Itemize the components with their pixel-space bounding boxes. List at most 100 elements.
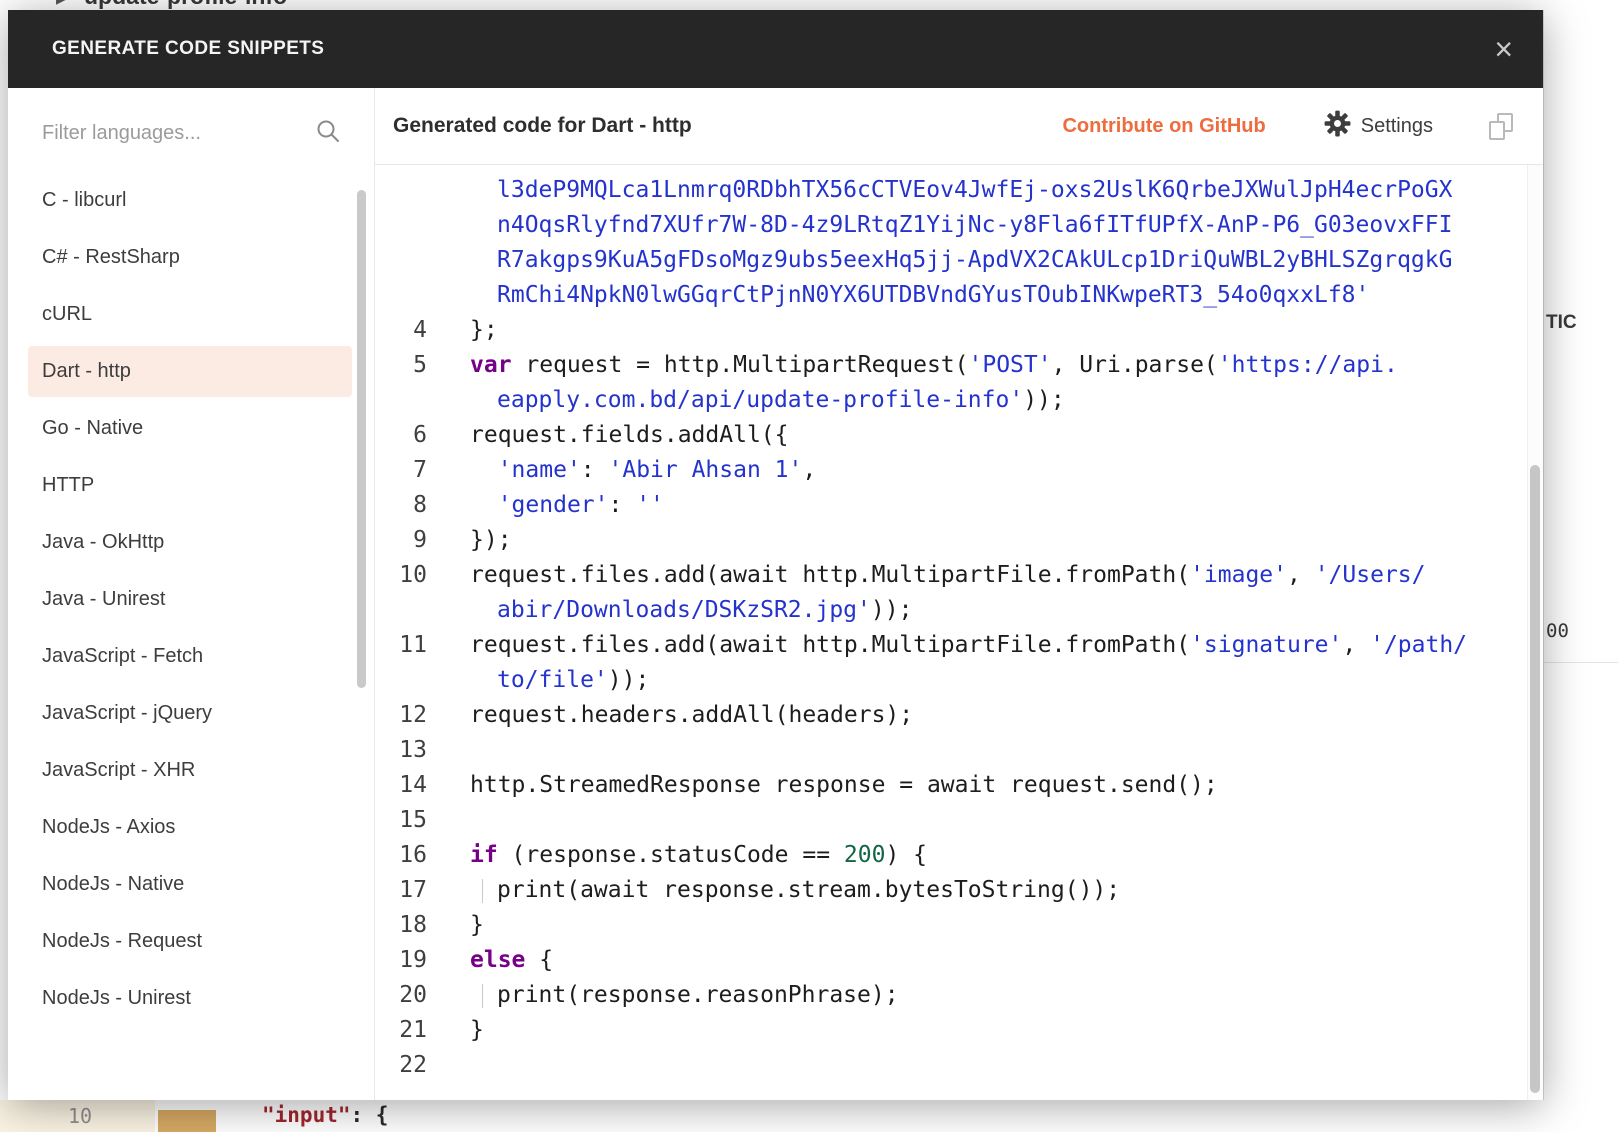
divider bbox=[1544, 662, 1618, 663]
language-item[interactable]: cURL bbox=[28, 289, 352, 340]
settings-label: Settings bbox=[1360, 114, 1433, 137]
code-token-string: '/path/ bbox=[1370, 632, 1468, 658]
code-token-plain: )); bbox=[1023, 387, 1065, 413]
code-token-string: l3deP9MQLca1Lnmrq0RDbhTX56cCTVEov4JwfEj-… bbox=[497, 177, 1453, 203]
code-line: 11 request.files.add(await http.Multipart… bbox=[375, 628, 1543, 663]
code-token-string: '/Users/ bbox=[1314, 562, 1426, 588]
code-line: 17 print(await response.stream.bytesToStr… bbox=[375, 873, 1543, 908]
code-text: request.fields.addAll({ bbox=[427, 418, 789, 453]
code-scrollbar-thumb[interactable] bbox=[1530, 465, 1540, 1093]
sidebar-scrollbar[interactable] bbox=[357, 190, 366, 688]
code-token-plain: request.headers.addAll(headers); bbox=[470, 702, 914, 728]
code-text: abir/Downloads/DSKzSR2.jpg')); bbox=[427, 593, 912, 628]
code-token-plain: , bbox=[802, 457, 817, 483]
code-text: } bbox=[427, 908, 484, 943]
code-text: l3deP9MQLca1Lnmrq0RDbhTX56cCTVEov4JwfEj-… bbox=[427, 173, 1452, 208]
code-line: 6 request.fields.addAll({ bbox=[375, 418, 1543, 453]
code-token-plain: print(response.reasonPhrase); bbox=[497, 982, 899, 1008]
language-item[interactable]: HTTP bbox=[28, 460, 352, 511]
code-token-plain: } bbox=[470, 912, 484, 938]
code-token-guide bbox=[482, 878, 497, 903]
language-item[interactable]: NodeJs - Native bbox=[28, 859, 352, 910]
code-line: 5 var request = http.MultipartRequest('PO… bbox=[375, 348, 1543, 383]
gear-icon bbox=[1324, 110, 1351, 143]
language-item[interactable]: JavaScript - Fetch bbox=[28, 631, 352, 682]
json-key: "input" bbox=[262, 1103, 351, 1127]
line-number bbox=[375, 278, 427, 313]
language-item[interactable]: Go - Native bbox=[28, 403, 352, 454]
language-item[interactable]: Java - OkHttp bbox=[28, 517, 352, 568]
language-item[interactable]: JavaScript - XHR bbox=[28, 745, 352, 796]
line-number: 21 bbox=[399, 1017, 427, 1043]
code-token-plain: { bbox=[525, 947, 554, 973]
language-item[interactable]: NodeJs - Request bbox=[28, 916, 352, 967]
filter-languages-input[interactable] bbox=[42, 122, 307, 145]
copy-icon-front bbox=[1489, 120, 1505, 140]
modal-body: C - libcurl C# - RestSharp cURL Dart - http… bbox=[8, 88, 1543, 1100]
language-item[interactable]: C# - RestSharp bbox=[28, 232, 352, 283]
filter-row bbox=[8, 88, 374, 169]
code-token-string: eapply.com.bd/api/update-profile-info' bbox=[497, 387, 1024, 413]
language-item[interactable]: NodeJs - Unirest bbox=[28, 973, 352, 1024]
code-token-plain: print(await response.stream.bytesToStrin… bbox=[497, 877, 1121, 903]
line-number: 8 bbox=[413, 492, 427, 518]
code-line: 9}); bbox=[375, 523, 1543, 558]
generated-code-pane: Generated code for Dart - http Contribut… bbox=[375, 88, 1543, 1100]
language-item[interactable]: Java - Unirest bbox=[28, 574, 352, 625]
code-line: 15 bbox=[375, 803, 1543, 838]
code-token-plain: , bbox=[1287, 562, 1315, 588]
contribute-on-github-link[interactable]: Contribute on GitHub bbox=[1062, 115, 1265, 138]
code-line: 16 if (response.statusCode == 200) { bbox=[375, 838, 1543, 873]
background-highlight-block bbox=[158, 1110, 216, 1132]
language-item[interactable]: C - libcurl bbox=[28, 175, 352, 226]
background-line-number: 10 bbox=[68, 1104, 93, 1128]
code-line: eapply.com.bd/api/update-profile-info'))… bbox=[375, 383, 1543, 418]
language-item[interactable]: Dart - http bbox=[28, 346, 352, 397]
code-pane-header: Generated code for Dart - http Contribut… bbox=[375, 88, 1543, 165]
line-number: 6 bbox=[413, 422, 427, 448]
language-item[interactable]: NodeJs - Axios bbox=[28, 802, 352, 853]
copy-icon[interactable] bbox=[1489, 112, 1513, 140]
line-number: 19 bbox=[399, 947, 427, 973]
code-line: n4OqsRlyfnd7XUfr7W-8D-4z9LRtqZ1YijNc-y8F… bbox=[375, 208, 1543, 243]
code-token-plain: : bbox=[608, 492, 637, 518]
code-editor[interactable]: l3deP9MQLca1Lnmrq0RDbhTX56cCTVEov4JwfEj-… bbox=[375, 165, 1543, 1100]
code-token-plain: request = http.MultipartRequest( bbox=[511, 352, 969, 378]
code-line: 8 'gender': '' bbox=[375, 488, 1543, 523]
code-token-plain: request.files.add(await http.MultipartFi… bbox=[470, 632, 1191, 658]
settings-button[interactable]: Settings bbox=[1324, 110, 1433, 143]
line-number: 12 bbox=[399, 702, 427, 728]
line-number bbox=[375, 243, 427, 278]
code-token-string: to/file' bbox=[497, 667, 608, 693]
code-line: 22 bbox=[375, 1048, 1543, 1083]
line-number: 5 bbox=[413, 352, 427, 378]
code-text: }; bbox=[427, 313, 498, 348]
code-line: 19 else { bbox=[375, 943, 1543, 978]
search-icon bbox=[315, 118, 341, 149]
code-scrollbar-track bbox=[1527, 165, 1543, 1100]
code-text: }); bbox=[427, 523, 512, 558]
code-text: request.headers.addAll(headers); bbox=[427, 698, 913, 733]
code-text: print(response.reasonPhrase); bbox=[427, 978, 899, 1013]
code-token-plain: request.fields.addAll({ bbox=[470, 422, 789, 448]
code-text: print(await response.stream.bytesToStrin… bbox=[427, 873, 1120, 908]
code-line: 7 'name': 'Abir Ahsan 1', bbox=[375, 453, 1543, 488]
background-code-fragment: "input": { bbox=[262, 1103, 388, 1127]
code-token-plain: ) { bbox=[885, 842, 927, 868]
line-number: 4 bbox=[413, 317, 427, 343]
generated-code-title: Generated code for Dart - http bbox=[393, 114, 692, 137]
code-token-string: 'signature' bbox=[1190, 632, 1343, 658]
code-text: } bbox=[427, 1013, 484, 1048]
code-text: if (response.statusCode == 200) { bbox=[427, 838, 927, 873]
code-text: else { bbox=[427, 943, 553, 978]
close-icon[interactable]: × bbox=[1494, 33, 1513, 65]
language-item[interactable]: JavaScript - jQuery bbox=[28, 688, 352, 739]
code-token-keyword: else bbox=[470, 947, 526, 973]
code-token-string: R7akgps9KuA5gFDsoMgz9ubs5eexHq5jj-ApdVX2… bbox=[497, 247, 1453, 273]
code-line: 20 print(response.reasonPhrase); bbox=[375, 978, 1543, 1013]
line-number: 13 bbox=[399, 737, 427, 763]
